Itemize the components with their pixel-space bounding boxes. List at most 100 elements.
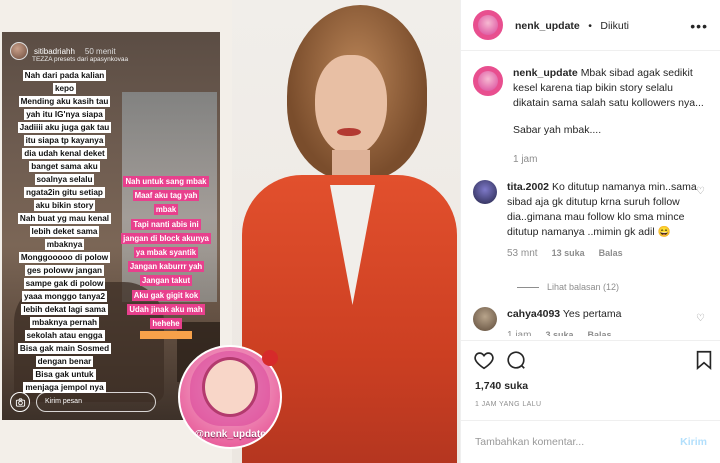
story-text-line: ges poloww jangan [24, 265, 105, 276]
watermark-text: @nenk_update [194, 429, 266, 440]
story-time: 50 menit [84, 46, 116, 56]
story-avatar [10, 42, 28, 60]
camera-icon[interactable] [10, 392, 30, 412]
header-text: nenk_update • Diikuti [515, 16, 629, 34]
comment-likes[interactable]: 3 suka [545, 328, 573, 336]
story-text-line: Jangan takut [139, 275, 193, 287]
follow-status[interactable]: Diikuti [600, 20, 629, 32]
story-text-line: Mending aku kasih tau [18, 96, 111, 107]
like-heart-icon[interactable] [473, 349, 495, 371]
story-text-line: Nah untuk sang mbak [123, 176, 209, 187]
story-text-line: banget sama aku [29, 161, 100, 172]
story-text-line: Bisa gak main Sosmed [17, 343, 112, 354]
post-time: 1 JAM YANG LALU [475, 401, 542, 408]
story-text-line: jangan di block akunya [121, 232, 211, 244]
view-replies-label: Lihat balasan (12) [547, 282, 620, 292]
comment-avatar[interactable] [473, 307, 497, 331]
post-image: sitibadriahh 50 menit TEZZA presets dari… [0, 0, 460, 463]
story-text-line: kepo [52, 83, 77, 94]
more-icon[interactable]: ••• [690, 18, 708, 34]
bookmark-icon[interactable] [693, 349, 715, 371]
comment-username[interactable]: cahya4093 [507, 308, 560, 320]
caption-username[interactable]: nenk_update [513, 67, 578, 79]
story-text-line: itu siapa tp kayanya [23, 135, 106, 146]
watermark-badge [262, 350, 278, 366]
comment-bubble-icon[interactable] [505, 349, 527, 371]
header-avatar-image [478, 15, 498, 35]
view-replies[interactable]: Lihat balasan (12) [517, 282, 619, 292]
comment-input[interactable] [475, 436, 655, 448]
comment-like-heart-icon[interactable]: ♡ [696, 313, 705, 324]
story-text-line: soalnya selalu [34, 174, 95, 185]
caption-avatar[interactable] [473, 66, 503, 96]
story-text-line: hehehe [150, 318, 182, 330]
photo-face [315, 55, 387, 155]
comment-row: tita.2002 Ko ditutup namanya min..sama s… [473, 180, 713, 261]
photo-lips [337, 128, 361, 136]
story-presets: TEZZA presets dari apasynkovaa [32, 56, 129, 63]
story-text-line: lebih dekat lagi sama [21, 304, 108, 315]
comment-text: Yes pertama [562, 308, 622, 320]
caption-time: 1 jam [513, 154, 538, 165]
comments-list: nenk_update Mbak sibad agak sedikit kese… [461, 52, 720, 336]
story-text-line: Jadiiii aku juga gak tau [17, 122, 112, 133]
header-username[interactable]: nenk_update [515, 20, 580, 32]
story-text-line: dengan benar [35, 356, 94, 367]
action-bar [461, 340, 720, 376]
comment-like-heart-icon[interactable]: ♡ [696, 186, 705, 197]
story-screenshot: sitibadriahh 50 menit TEZZA presets dari… [2, 32, 220, 420]
comments-panel: nenk_update • Diikuti ••• nenk_update Mb… [460, 0, 720, 463]
story-text-line: Nah dari pada kalian [22, 70, 107, 81]
comment-time: 53 mnt [507, 248, 538, 259]
send-message-input[interactable]: Kirim pesan [36, 392, 156, 412]
caption-body: nenk_update Mbak sibad agak sedikit kese… [513, 66, 708, 167]
story-text-line: ya mbak syantik [133, 247, 199, 259]
story-text-line: Jangan kaburrr yah [127, 261, 205, 273]
comment-meta: 53 mnt 13 suka Balas [507, 246, 697, 261]
story-text-line: mbak [153, 204, 179, 216]
story-text-line: Udah jinak aku mah [127, 303, 205, 315]
caption-row: nenk_update Mbak sibad agak sedikit kese… [473, 66, 713, 167]
story-text-line: Maaf aku tag yah [132, 190, 200, 202]
story-text-line: Monggooooo di polow [18, 252, 111, 263]
story-text-line: sekolah atau engga [24, 330, 105, 341]
likes-count[interactable]: 1,740 suka [475, 380, 528, 392]
story-text-line: ngata2in gitu setiap [24, 187, 105, 198]
reply-button[interactable]: Balas [587, 328, 611, 336]
header-separator: • [588, 20, 592, 32]
story-text-line: yah itu IG'nya siapa [24, 109, 105, 120]
story-footer: Kirim pesan [10, 392, 156, 412]
header-avatar[interactable] [473, 10, 503, 40]
post-comment-button[interactable]: Kirim [680, 436, 707, 448]
story-text-line: dia udah kenal deket [22, 148, 107, 159]
story-username: sitibadriahh [34, 46, 75, 56]
replies-line [517, 286, 539, 288]
story-text-line: Bisa gak untuk [33, 369, 96, 380]
story-text-left: Nah dari pada kalian kepo Mending aku kasi… [12, 68, 117, 393]
comment-avatar[interactable] [473, 180, 497, 204]
comment-meta: 1 jam 3 suka Balas [507, 328, 697, 336]
story-text-line: mbaknya pernah [29, 317, 100, 328]
story-text-line: sampe gak di polow [23, 278, 106, 289]
story-text-line: yaaa monggo tanya2 [22, 291, 107, 302]
comment-body: tita.2002 Ko ditutup namanya min..sama s… [507, 180, 697, 261]
story-text-line: Tapi nanti abis ini [131, 218, 201, 230]
add-comment-bar: Kirim [461, 420, 720, 463]
comment-row: cahya4093 Yes pertama 1 jam 3 suka Balas… [473, 307, 713, 336]
story-text-line: Aku gak gigit kok [131, 289, 201, 301]
reply-button[interactable]: Balas [599, 246, 623, 261]
caption-text-2: Sabar yah mbak.... [513, 124, 602, 136]
story-text-line: mbaknya [44, 239, 85, 250]
story-text-line: Nah buat yg mau kenal [17, 213, 112, 224]
comment-body: cahya4093 Yes pertama 1 jam 3 suka Balas [507, 307, 697, 336]
story-text-line: aku bikin story [33, 200, 96, 211]
story-highlight-bar [140, 331, 192, 340]
story-text-line: lebih deket sama [29, 226, 100, 237]
comment-time: 1 jam [507, 330, 532, 336]
post-header: nenk_update • Diikuti ••• [461, 0, 720, 51]
comment-likes[interactable]: 13 suka [552, 246, 585, 261]
comment-username[interactable]: tita.2002 [507, 181, 549, 193]
caption-avatar-image [478, 71, 498, 91]
watermark-face [202, 357, 258, 417]
story-text-right: Nah untuk sang mbak Maaf aku tag yah mbak T… [120, 174, 212, 340]
